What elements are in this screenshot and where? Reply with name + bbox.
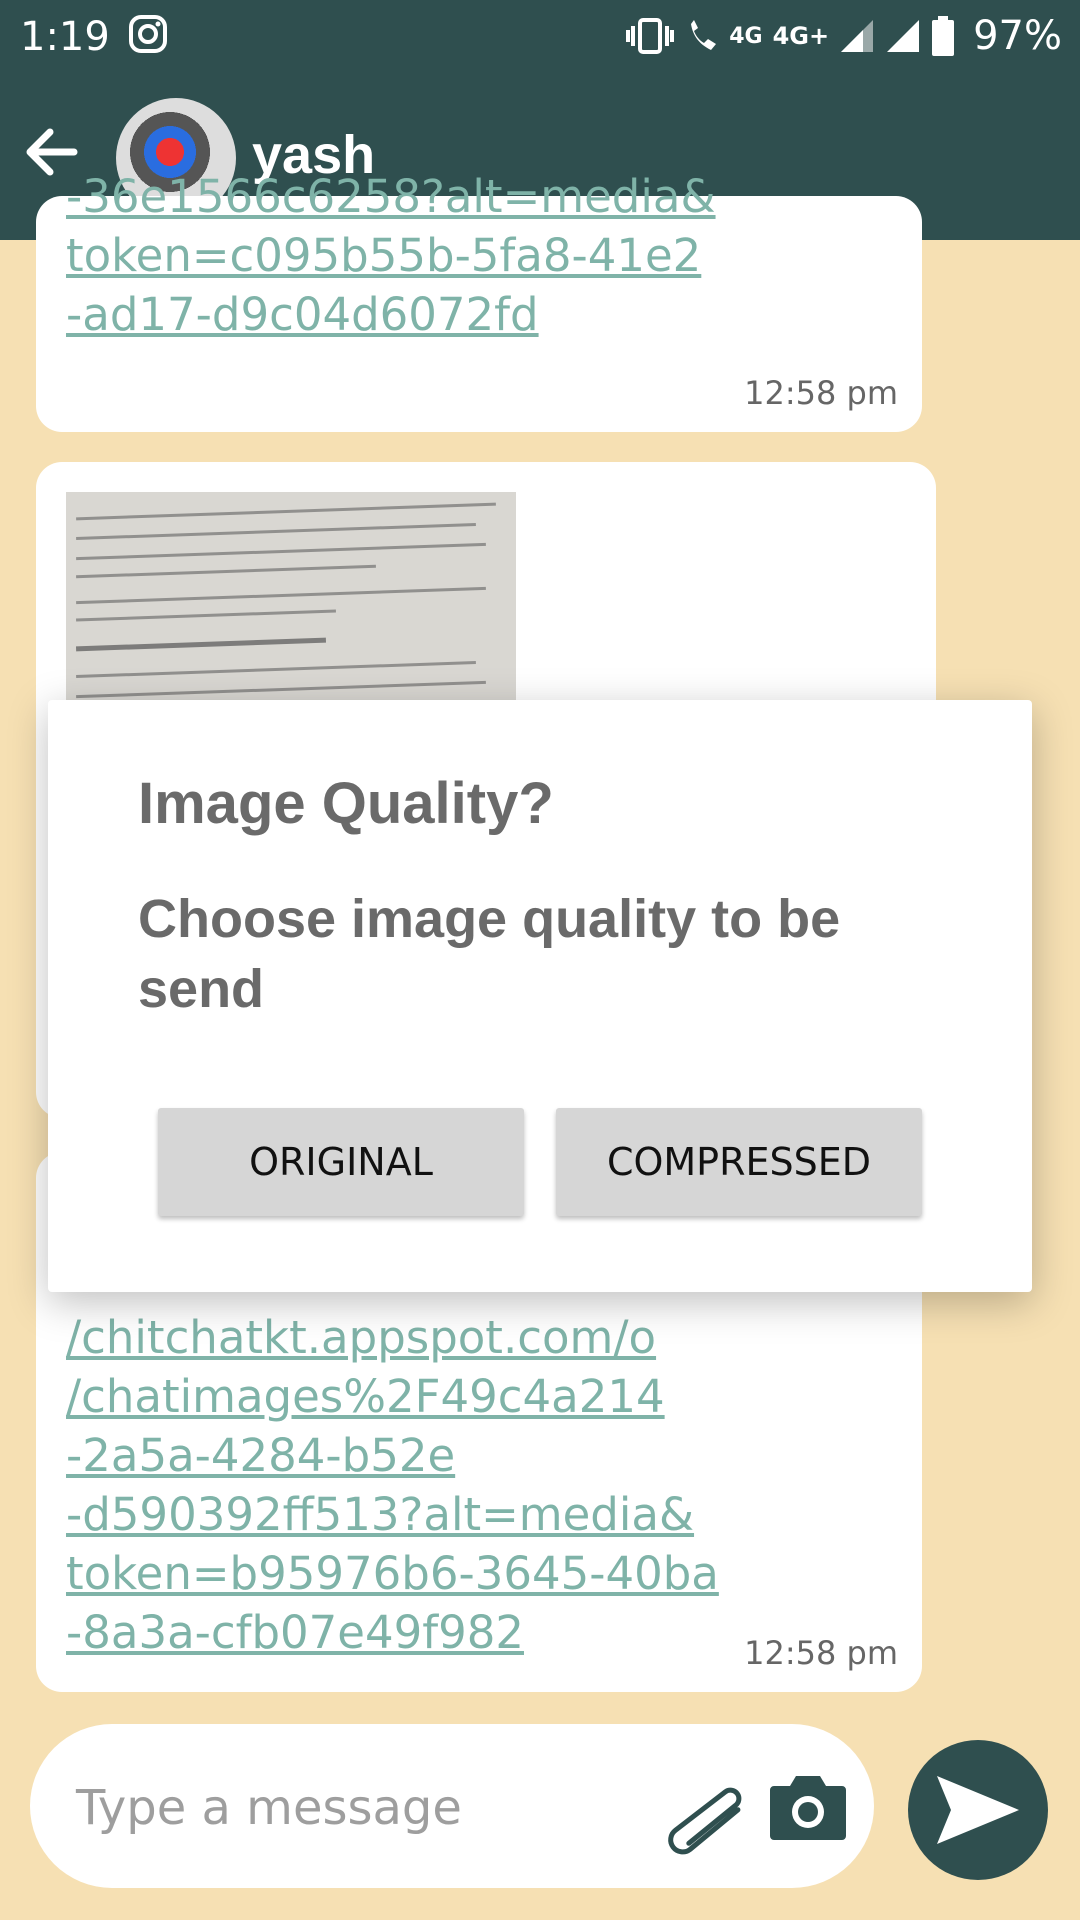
shared-image[interactable] [66,492,516,702]
message-time: 12:58 pm [744,374,898,412]
vibrate-icon [626,18,675,54]
message-input[interactable]: Type a message [76,1780,462,1836]
send-icon [937,1776,1019,1844]
send-button[interactable] [908,1740,1048,1880]
camera-icon[interactable] [768,1768,848,1844]
dialog-title: Image Quality? [138,771,554,836]
compressed-button[interactable]: COMPRESSED [556,1108,922,1216]
image-quality-dialog: Image Quality? Choose image quality to b… [48,700,1032,1292]
status-time: 1:19 [20,14,110,60]
attachment-icon[interactable] [660,1768,750,1868]
message-input-container: Type a message [30,1724,874,1888]
call-wifi-icon [691,20,717,50]
message-link[interactable]: /chitchatkt.appspot.com/o /chatimages%2F… [66,1308,719,1662]
signal-icon-2 [887,20,920,52]
signal-icon [841,20,874,52]
battery-percent: 97% [973,13,1062,59]
message-link[interactable]: -36e1566c6258?alt=media& token=c095b55b-… [66,167,716,344]
message-time: 12:58 pm [744,1634,898,1672]
original-button[interactable]: ORIGINAL [158,1108,524,1216]
message-bubble: -36e1566c6258?alt=media& token=c095b55b-… [36,170,922,432]
instagram-icon [129,15,167,53]
status-bar: 1:19 4G 4G+ 97% [0,0,1080,72]
battery-icon [932,16,955,56]
dialog-message: Choose image quality to be send [138,889,841,1019]
network-4g-label: 4G [729,23,763,49]
network-4g-plus-label: 4G+ [772,22,830,50]
status-icons: 4G 4G+ 97% [625,12,1062,60]
